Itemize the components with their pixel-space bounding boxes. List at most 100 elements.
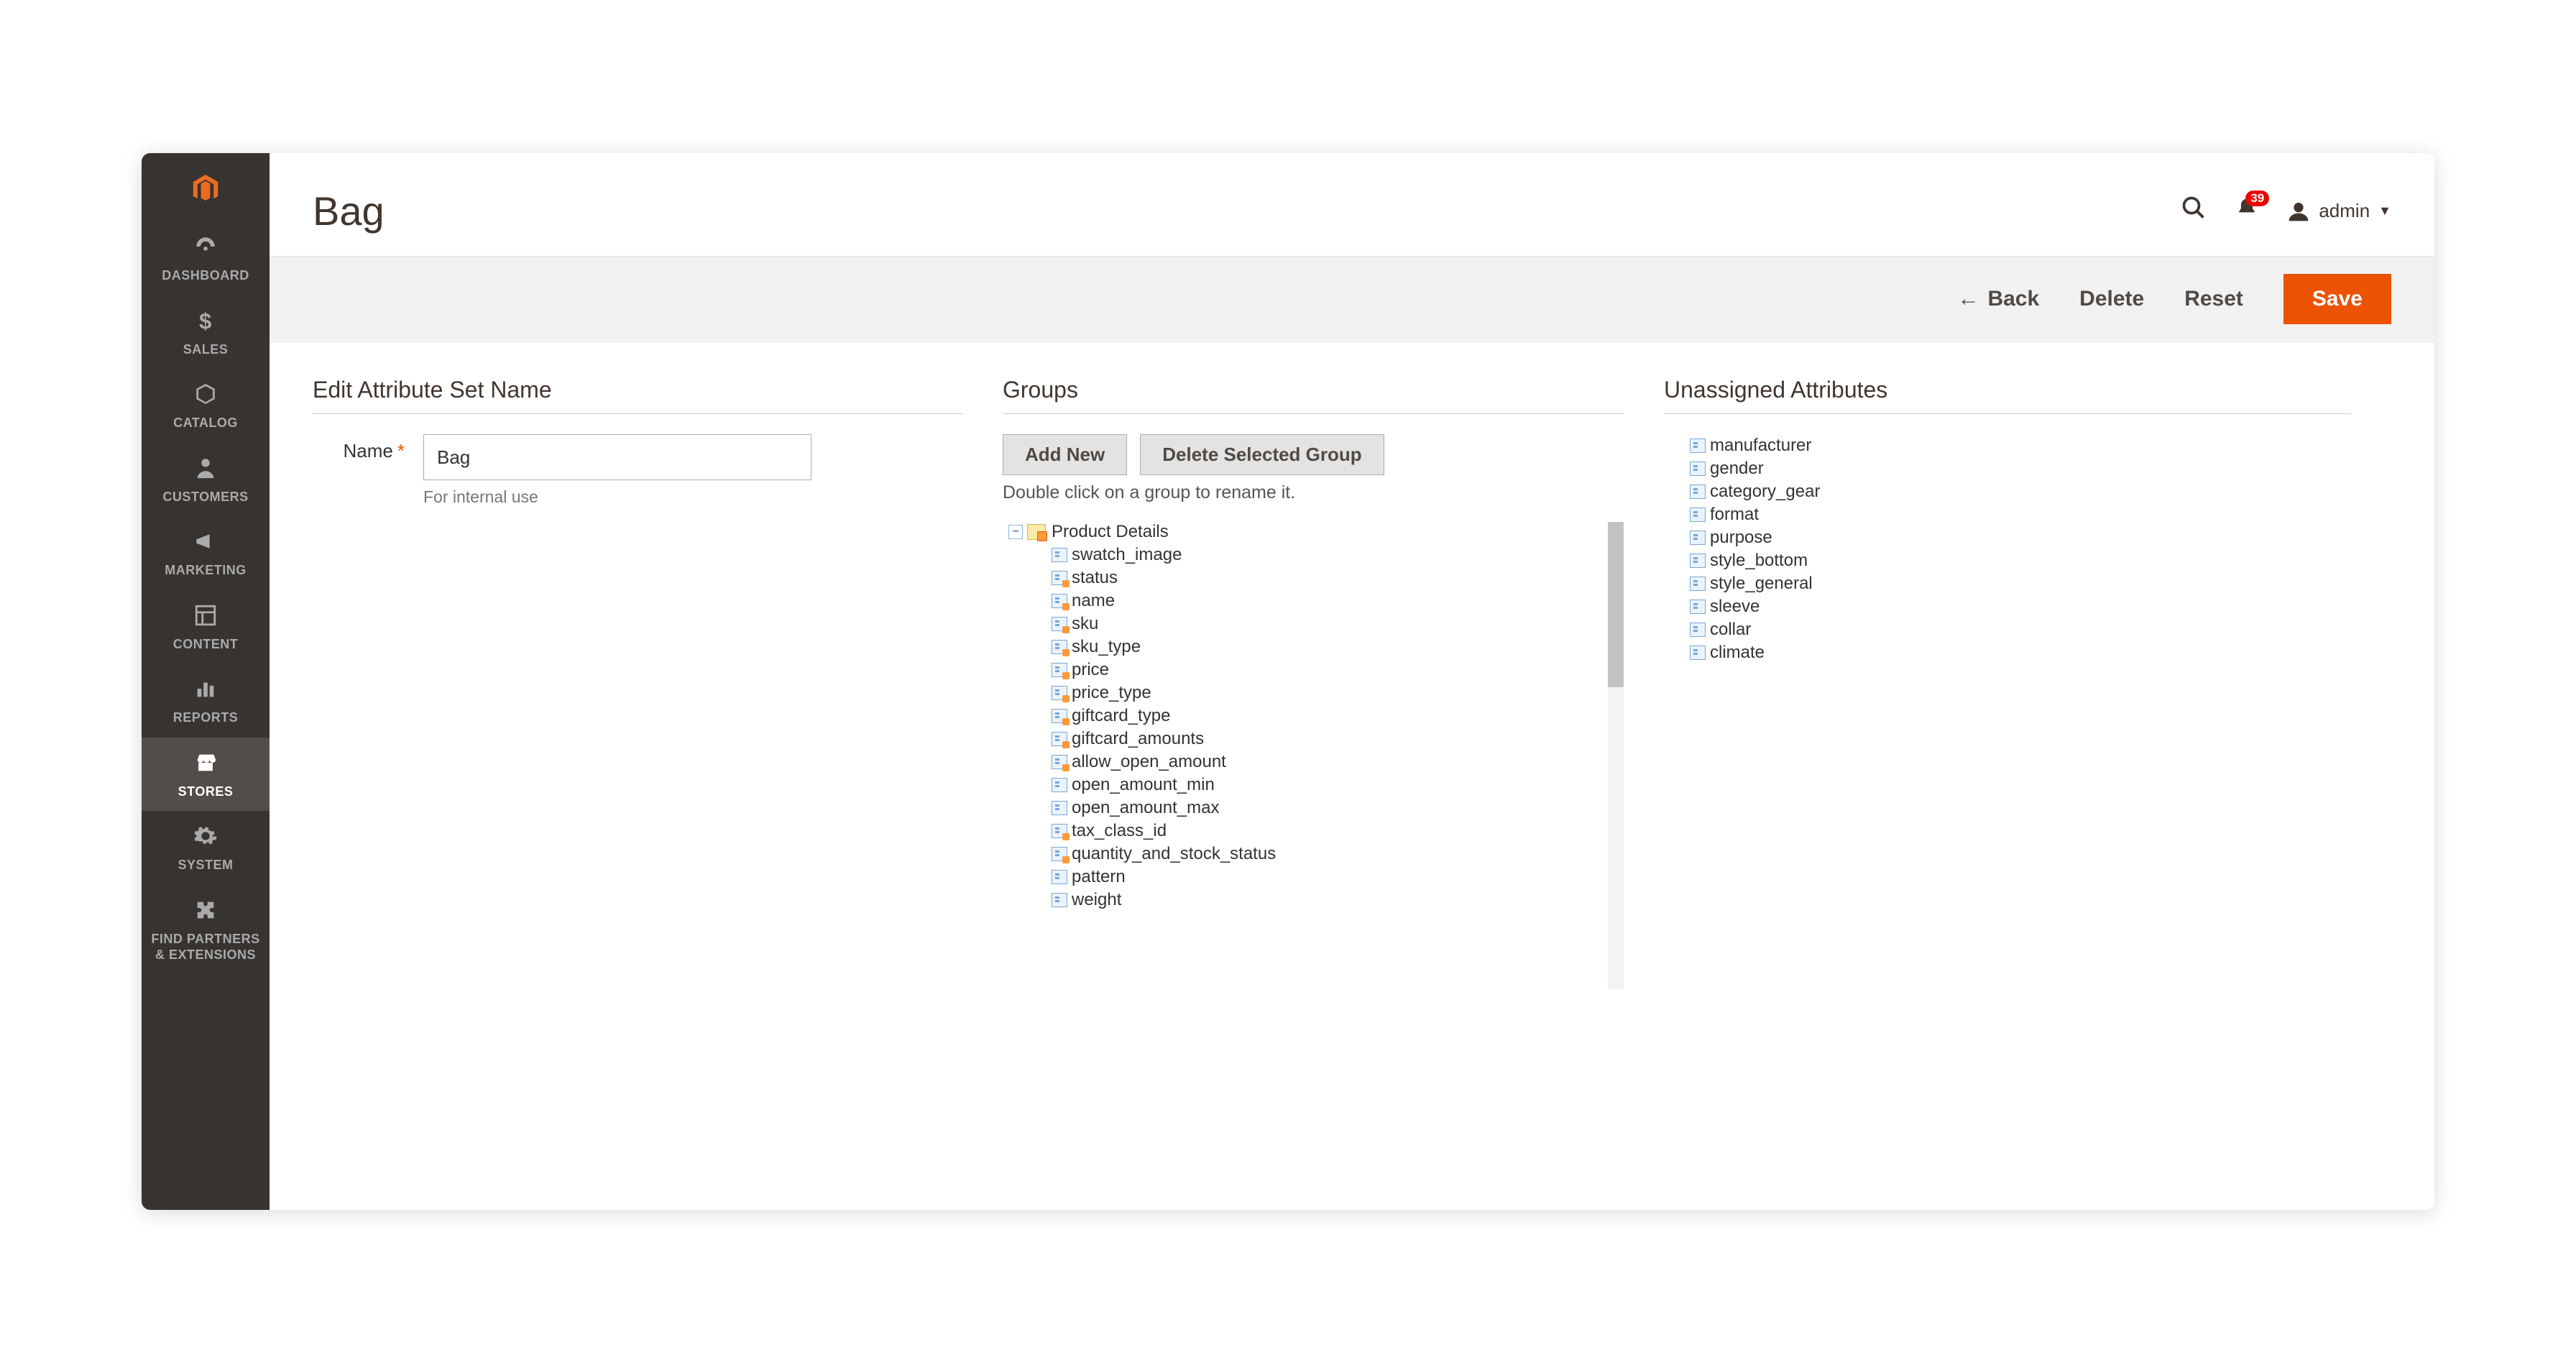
sidebar-item-stores[interactable]: STORES: [142, 738, 270, 812]
unassigned-attribute-item[interactable]: climate: [1690, 641, 2351, 664]
save-button[interactable]: Save: [2283, 274, 2391, 324]
page-title: Bag: [313, 188, 2181, 234]
attribute-label: name: [1072, 591, 1115, 611]
sidebar-item-customers[interactable]: CUSTOMERS: [142, 443, 270, 517]
unassigned-attribute-item[interactable]: purpose: [1690, 526, 2351, 549]
attribute-label: open_amount_min: [1072, 775, 1215, 795]
attribute-locked-icon: [1052, 640, 1067, 654]
unassigned-attribute-item[interactable]: manufacturer: [1690, 434, 2351, 457]
action-bar: ← Back Delete Reset Save: [270, 256, 2434, 342]
admin-sidebar: DASHBOARD $SALES CATALOG CUSTOMERS MARKETING…: [142, 153, 270, 1210]
attribute-icon: [1690, 485, 1706, 499]
reset-button[interactable]: Reset: [2184, 287, 2243, 311]
groups-hint: Double click on a group to rename it.: [1003, 482, 1624, 503]
attribute-label: giftcard_type: [1072, 706, 1170, 726]
back-button[interactable]: ← Back: [1957, 287, 2039, 311]
attribute-label: collar: [1710, 620, 1751, 640]
sidebar-item-label: STORES: [178, 784, 234, 800]
attribute-item[interactable]: giftcard_type: [1052, 705, 1606, 728]
attribute-item[interactable]: sku_type: [1052, 635, 1606, 658]
unassigned-attribute-item[interactable]: format: [1690, 503, 2351, 526]
logo[interactable]: [142, 153, 270, 221]
svg-text:$: $: [199, 308, 212, 333]
attribute-icon: [1052, 801, 1067, 815]
attribute-item[interactable]: price: [1052, 658, 1606, 682]
box-icon: [193, 382, 218, 410]
attribute-item[interactable]: status: [1052, 566, 1606, 589]
user-name-label: admin: [2319, 200, 2370, 222]
attribute-icon: [1690, 554, 1706, 568]
attribute-icon: [1690, 462, 1706, 476]
sidebar-item-label: CATALOG: [173, 415, 238, 431]
sidebar-item-content[interactable]: CONTENT: [142, 590, 270, 664]
attribute-icon: [1690, 439, 1706, 453]
sidebar-item-label: FIND PARTNERS& EXTENSIONS: [151, 931, 259, 963]
attribute-label: category_gear: [1710, 482, 1820, 502]
sidebar-item-find[interactable]: FIND PARTNERS& EXTENSIONS: [142, 885, 270, 975]
sidebar-item-catalog[interactable]: CATALOG: [142, 369, 270, 443]
unassigned-attribute-item[interactable]: gender: [1690, 457, 2351, 480]
attribute-item[interactable]: price_type: [1052, 682, 1606, 705]
sidebar-item-label: DASHBOARD: [162, 267, 249, 284]
search-icon[interactable]: [2181, 195, 2207, 227]
attribute-item[interactable]: quantity_and_stock_status: [1052, 843, 1606, 866]
folder-icon: [1027, 524, 1046, 540]
unassigned-attribute-item[interactable]: style_general: [1690, 572, 2351, 595]
notifications-icon[interactable]: 39: [2235, 196, 2258, 226]
attribute-locked-icon: [1052, 686, 1067, 700]
attribute-label: sleeve: [1710, 597, 1760, 617]
dashboard-icon: [193, 234, 218, 263]
unassigned-attribute-item[interactable]: style_bottom: [1690, 549, 2351, 572]
sidebar-item-label: SYSTEM: [178, 857, 233, 873]
attribute-label: climate: [1710, 643, 1765, 663]
attribute-item[interactable]: tax_class_id: [1052, 820, 1606, 843]
back-label: Back: [1987, 287, 2039, 311]
attribute-item[interactable]: giftcard_amounts: [1052, 728, 1606, 751]
notification-badge: 39: [2245, 191, 2269, 206]
add-new-group-button[interactable]: Add New: [1003, 434, 1127, 475]
sidebar-item-label: REPORTS: [173, 710, 239, 726]
attribute-item[interactable]: allow_open_amount: [1052, 751, 1606, 774]
dollar-icon: $: [193, 308, 218, 337]
attribute-item[interactable]: weight: [1052, 889, 1606, 912]
attribute-label: open_amount_max: [1072, 798, 1219, 818]
attribute-label: sku: [1072, 614, 1098, 634]
attribute-item[interactable]: open_amount_min: [1052, 774, 1606, 797]
magento-logo-icon: [191, 173, 220, 202]
attribute-icon: [1690, 646, 1706, 660]
sidebar-item-dashboard[interactable]: DASHBOARD: [142, 221, 270, 295]
name-field-row: Name* For internal use: [313, 434, 962, 507]
attribute-icon: [1690, 600, 1706, 614]
person-icon: [193, 456, 218, 485]
sidebar-item-marketing[interactable]: MARKETING: [142, 516, 270, 590]
user-menu[interactable]: admin ▼: [2287, 200, 2391, 223]
attribute-item[interactable]: swatch_image: [1052, 543, 1606, 566]
unassigned-attribute-item[interactable]: collar: [1690, 618, 2351, 641]
attribute-label: gender: [1710, 459, 1764, 479]
puzzle-icon: [193, 898, 218, 927]
sidebar-item-label: CONTENT: [173, 636, 239, 653]
unassigned-attribute-item[interactable]: category_gear: [1690, 480, 2351, 503]
attribute-icon: [1690, 508, 1706, 522]
attribute-item[interactable]: name: [1052, 589, 1606, 612]
gear-icon: [193, 824, 218, 853]
unassigned-attribute-item[interactable]: sleeve: [1690, 595, 2351, 618]
sidebar-item-reports[interactable]: REPORTS: [142, 664, 270, 738]
section-title-edit-name: Edit Attribute Set Name: [313, 377, 962, 414]
sidebar-item-label: MARKETING: [165, 562, 247, 579]
sidebar-item-system[interactable]: SYSTEM: [142, 811, 270, 885]
scrollbar-thumb[interactable]: [1608, 522, 1624, 687]
attribute-item[interactable]: pattern: [1052, 866, 1606, 889]
vertical-scrollbar[interactable]: [1608, 522, 1624, 989]
attribute-item[interactable]: open_amount_max: [1052, 797, 1606, 820]
sidebar-item-sales[interactable]: $SALES: [142, 295, 270, 370]
delete-button[interactable]: Delete: [2079, 287, 2144, 311]
set-name-input[interactable]: [423, 434, 811, 480]
delete-selected-group-button[interactable]: Delete Selected Group: [1140, 434, 1384, 475]
attribute-label: quantity_and_stock_status: [1072, 844, 1276, 864]
attribute-item[interactable]: sku: [1052, 612, 1606, 635]
attribute-locked-icon: [1052, 594, 1067, 608]
tree-root-node[interactable]: − Product Details: [1008, 522, 1606, 542]
edit-name-column: Edit Attribute Set Name Name* For intern…: [313, 377, 1003, 989]
collapse-icon[interactable]: −: [1008, 525, 1023, 539]
